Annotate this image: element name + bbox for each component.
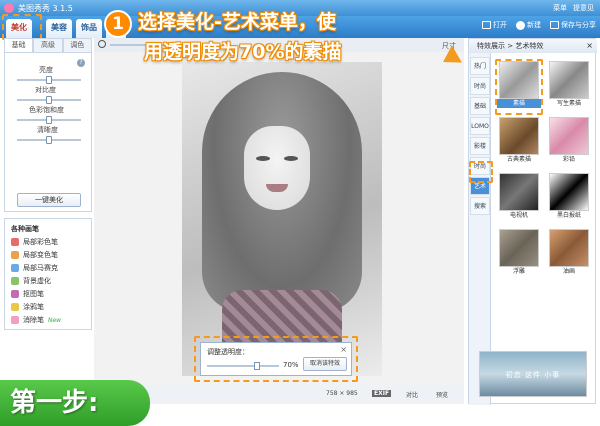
highlight-beautify-tab: [2, 14, 42, 40]
subtab-color[interactable]: 调色: [62, 38, 92, 52]
highlight-sketch-effect: [495, 59, 543, 115]
effect-thumbnail: [499, 117, 539, 155]
brush-icon: [11, 238, 19, 246]
effects-panel: 特效展示 > 艺术特效 × 热门 时尚 基础 LOMO 影楼 时尚 艺术 搜索 …: [468, 38, 597, 405]
help-icon[interactable]: ?: [77, 59, 85, 67]
brush-panel-title: 各种画笔: [11, 225, 39, 233]
slider-label-saturation: 色彩饱和度: [29, 106, 64, 114]
category-hot[interactable]: 热门: [470, 57, 490, 75]
sharpness-slider[interactable]: [17, 136, 81, 144]
slider-knob[interactable]: [46, 136, 52, 144]
photo-eye: [256, 156, 270, 161]
app-logo-icon: [4, 3, 14, 13]
file-toolbar: 打开 新建 保存与分享: [482, 20, 596, 30]
brush-mosaic[interactable]: 局部马赛克: [11, 263, 58, 273]
contrast-slider[interactable]: [17, 96, 81, 104]
new-button[interactable]: 新建: [516, 20, 541, 30]
new-badge: New: [48, 316, 62, 324]
effect-thumbnail: [549, 61, 589, 99]
feedback-button[interactable]: 提意见: [573, 3, 594, 13]
close-icon[interactable]: ×: [586, 39, 593, 53]
blur-icon: [11, 277, 19, 285]
highlight-opacity-dialog: [194, 336, 358, 382]
effect-color-pencil[interactable]: 彩铅: [547, 117, 591, 167]
slider-knob[interactable]: [46, 116, 52, 124]
open-button[interactable]: 打开: [482, 20, 507, 30]
left-panel: 基础 高级 调色 ? 亮度 对比度 色彩饱和度 清晰度 一键美化 各种画笔 局部…: [4, 38, 92, 330]
effect-tv[interactable]: 电视机: [497, 173, 541, 223]
effect-life-sketch[interactable]: 写生素描: [547, 61, 591, 111]
highlight-art-category: [469, 161, 493, 183]
photo-face: [244, 126, 310, 210]
promo-banner[interactable]: 初恋 这件 小事: [479, 351, 587, 397]
category-fashion[interactable]: 时尚: [470, 77, 490, 95]
basic-adjust-panel: ? 亮度 对比度 色彩饱和度 清晰度 一键美化: [4, 52, 92, 212]
category-lomo[interactable]: LOMO: [470, 117, 490, 135]
plus-icon: [516, 20, 525, 30]
slider-label-contrast: 对比度: [35, 86, 56, 94]
callout-line-2: 用透明度为70%的素描: [144, 41, 342, 63]
eraser-icon: [11, 316, 19, 324]
mosaic-icon: [11, 264, 19, 272]
brightness-slider[interactable]: [17, 76, 81, 84]
tutorial-callout: 1 选择美化-艺术菜单，使 用透明度为70%的素描: [104, 8, 440, 68]
save-share-button[interactable]: 保存与分享: [550, 20, 596, 30]
effect-oil-painting[interactable]: 油画: [547, 229, 591, 279]
photo-canvas[interactable]: [182, 62, 382, 376]
preview-button[interactable]: 预览: [436, 390, 448, 399]
folder-icon: [482, 21, 491, 29]
canvas-area: 尺寸 调整透明度： × 70% 取消该特效: [94, 38, 464, 404]
slider-knob[interactable]: [46, 96, 52, 104]
effects-header: 特效展示 > 艺术特效 ×: [469, 39, 597, 53]
brush-doodle[interactable]: 涂鸦笔: [11, 302, 44, 312]
category-basic[interactable]: 基础: [470, 97, 490, 115]
saturation-slider[interactable]: [17, 116, 81, 124]
brush-background-blur[interactable]: 背景虚化: [11, 276, 51, 286]
pencil-icon: [11, 303, 19, 311]
window-title: 美图秀秀 3.1.5: [18, 4, 73, 13]
one-key-beautify-button[interactable]: 一键美化: [17, 193, 81, 207]
effect-thumbnail: [549, 117, 589, 155]
photo-eye: [284, 156, 298, 161]
effects-breadcrumb: 特效展示 > 艺术特效: [477, 42, 544, 50]
cutout-icon: [11, 290, 19, 298]
category-search[interactable]: 搜索: [470, 197, 490, 215]
brush-local-recolor[interactable]: 局部变色笔: [11, 250, 58, 260]
effect-bw-newspaper[interactable]: 黑白报纸: [547, 173, 591, 223]
title-bar-menu: 菜单 提意见: [553, 3, 594, 13]
effect-emboss[interactable]: 浮雕: [497, 229, 541, 279]
subtab-basic[interactable]: 基础: [4, 38, 34, 52]
brush-eraser[interactable]: 消除笔 New: [11, 315, 61, 325]
adjust-subtabs: 基础 高级 调色: [4, 38, 92, 52]
menu-button[interactable]: 菜单: [553, 3, 567, 13]
effect-thumbnail: [499, 173, 539, 211]
tab-accessories[interactable]: 饰品: [76, 19, 102, 38]
effect-thumbnail: [549, 229, 589, 267]
tab-face[interactable]: 美容: [46, 19, 72, 38]
effect-classic-sketch[interactable]: 古典素描: [497, 117, 541, 167]
photo-mouth: [266, 184, 288, 192]
image-dimensions: 758 × 985: [326, 390, 358, 397]
exif-badge[interactable]: EXIF: [372, 390, 392, 397]
category-studio[interactable]: 影楼: [470, 137, 490, 155]
callout-line-1: 选择美化-艺术菜单，使: [138, 11, 336, 33]
brush-local-color[interactable]: 局部彩色笔: [11, 237, 58, 247]
slider-label-brightness: 亮度: [39, 66, 53, 74]
subtab-advanced[interactable]: 高级: [33, 38, 63, 52]
save-icon: [550, 21, 559, 29]
slider-knob[interactable]: [46, 76, 52, 84]
slider-label-sharpness: 清晰度: [37, 126, 58, 134]
brush-icon: [11, 251, 19, 259]
brush-cutout[interactable]: 抠图笔: [11, 289, 44, 299]
step-number-badge: 1: [104, 10, 132, 38]
effect-thumbnail: [499, 229, 539, 267]
step-label: 第一步:: [0, 380, 150, 426]
compare-button[interactable]: 对比: [406, 390, 418, 399]
brush-panel: 各种画笔 局部彩色笔 局部变色笔 局部马赛克 背景虚化 抠图笔 涂鸦笔 消除笔 N…: [4, 218, 92, 330]
effect-thumbnail: [549, 173, 589, 211]
